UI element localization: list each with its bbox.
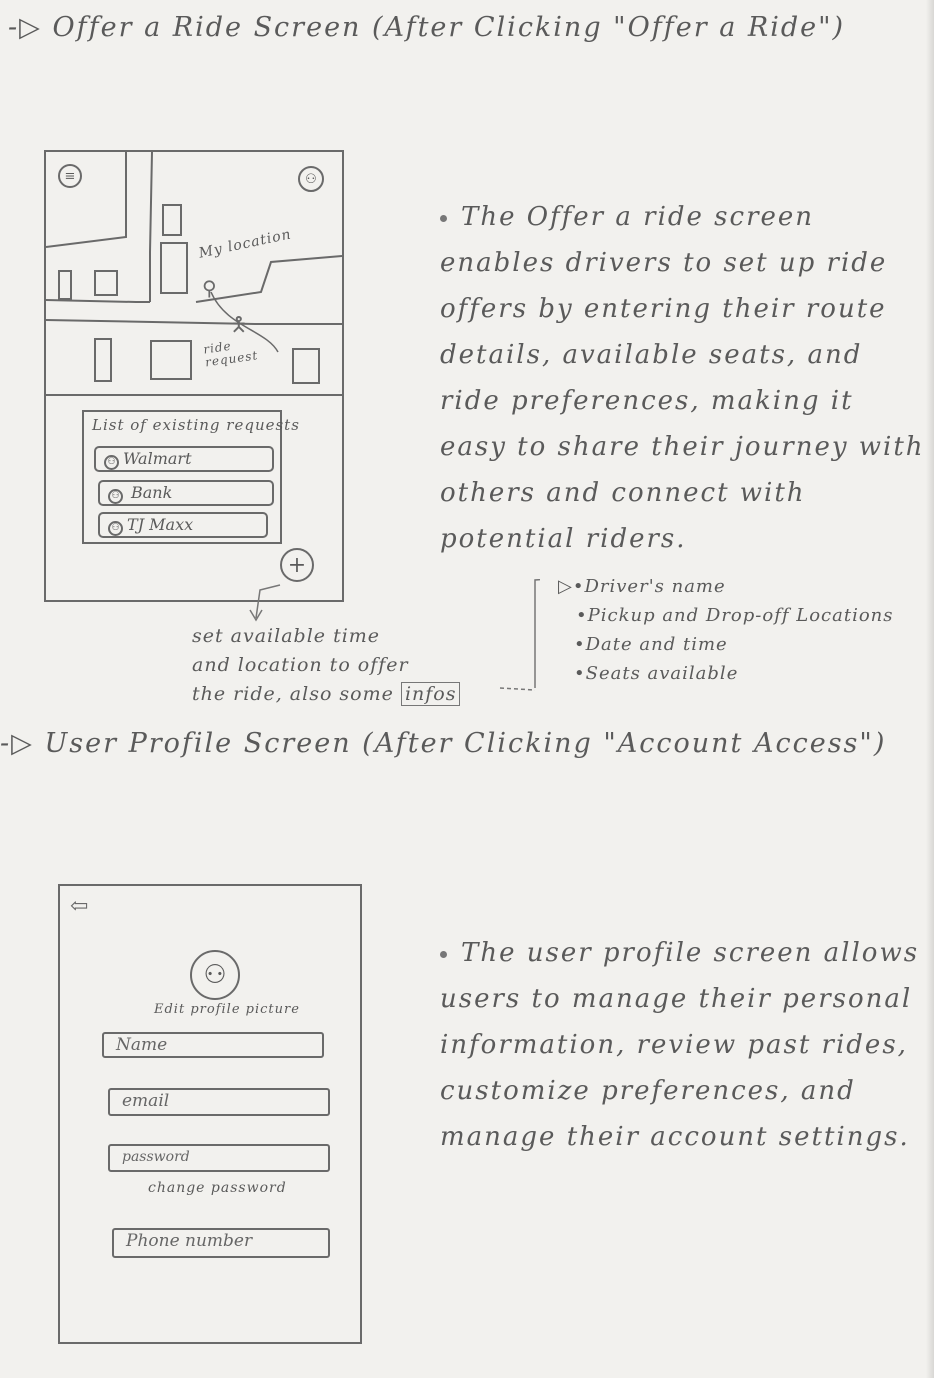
user-icon: ⚇ <box>104 454 119 470</box>
email-field[interactable]: email <box>108 1088 330 1116</box>
password-field[interactable]: password <box>108 1144 330 1172</box>
requests-list: List of existing requests ⚇ Walmart ⚇ Bank… <box>82 410 299 544</box>
annotation-line: and location to offer <box>192 654 409 676</box>
info-item: Driver's name <box>584 576 726 597</box>
info-item: Pickup and Drop-off Locations <box>587 605 894 626</box>
heading-arrow-icon: -▷ <box>8 12 42 43</box>
user-profile-description-text: The user profile screen allows users to … <box>440 938 920 1152</box>
infos-box: infos <box>400 682 461 706</box>
user-icon: ⚇ <box>108 520 123 536</box>
request-item[interactable]: ⚇ TJ Maxx <box>98 512 268 538</box>
offer-ride-description: The Offer a ride screen enables drivers … <box>440 194 928 562</box>
requests-list-title: List of existing requests <box>92 416 300 434</box>
menu-icon[interactable]: ≡ <box>58 164 82 188</box>
request-label: Bank <box>131 483 173 502</box>
building <box>292 348 320 384</box>
section1-heading: -▷ Offer a Ride Screen (After Clicking "… <box>8 12 845 43</box>
back-arrow-icon[interactable]: ⇦ <box>70 894 88 919</box>
user-profile-description: The user profile screen allows users to … <box>440 930 928 1160</box>
section1-heading-text: Offer a Ride Screen (After Clicking "Off… <box>52 12 846 43</box>
add-button-annotation: set available time and location to offer… <box>192 622 532 709</box>
offer-ride-description-text: The Offer a ride screen enables drivers … <box>440 202 925 554</box>
change-password-link[interactable]: change password <box>148 1180 287 1196</box>
annotation-line: the ride, also some <box>192 683 394 705</box>
request-label: TJ Maxx <box>127 515 194 534</box>
info-item: Date and time <box>585 634 728 655</box>
avatar-icon[interactable]: ⚇ <box>190 950 240 1000</box>
offer-ride-mockup: ≡ ⚇ ⚲ My location 🯅 ride request List of… <box>44 150 344 602</box>
request-item[interactable]: ⚇ Bank <box>98 480 274 506</box>
building <box>162 204 182 236</box>
heading-arrow-icon: -▷ <box>0 728 34 759</box>
annotation-line: set available time <box>192 625 381 647</box>
building <box>94 270 118 296</box>
edit-profile-picture-link[interactable]: Edit profile picture <box>154 1002 300 1017</box>
building <box>160 242 188 294</box>
info-list: ▷•Driver's name •Pickup and Drop-off Loc… <box>558 576 894 684</box>
section2-heading-text: User Profile Screen (After Clicking "Acc… <box>44 728 887 759</box>
request-label: Walmart <box>123 449 192 468</box>
building <box>150 340 192 380</box>
page-edge <box>926 0 934 1378</box>
user-icon: ⚇ <box>108 488 123 504</box>
phone-number-field[interactable]: Phone number <box>112 1228 330 1258</box>
section2-heading: -▷ User Profile Screen (After Clicking "… <box>0 728 886 759</box>
user-profile-mockup: ⇦ ⚇ Edit profile picture Name email pass… <box>58 884 362 1344</box>
request-item[interactable]: ⚇ Walmart <box>94 446 274 472</box>
location-pin-icon: ⚲ <box>202 276 217 300</box>
profile-icon[interactable]: ⚇ <box>298 166 324 192</box>
bullet-icon <box>440 950 447 958</box>
building <box>94 338 112 382</box>
info-item: Seats available <box>585 663 739 684</box>
info-arrow-icon: ▷ <box>558 576 573 597</box>
name-field[interactable]: Name <box>102 1032 324 1058</box>
building <box>58 270 72 300</box>
bullet-icon <box>440 214 447 222</box>
